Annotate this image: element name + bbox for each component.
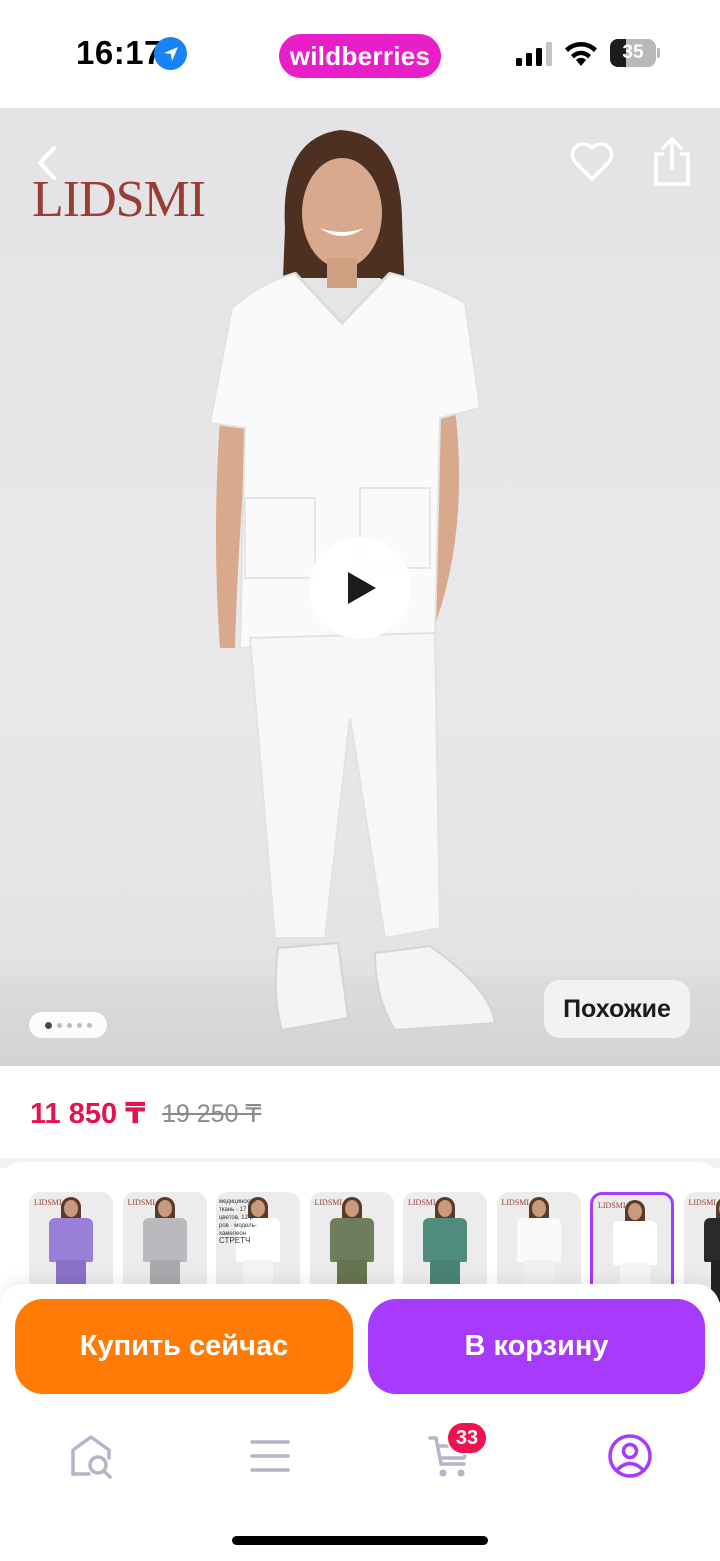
battery-percent: 35 [622, 42, 644, 63]
add-to-cart-button[interactable]: В корзину [368, 1299, 705, 1394]
variant-thumb-logo: LIDSMI [314, 1198, 343, 1207]
back-button[interactable] [26, 142, 68, 184]
battery-icon: 35 [610, 39, 660, 67]
home-search-icon [71, 1435, 112, 1479]
share-icon [654, 137, 690, 186]
gallery-pagination [29, 1012, 107, 1038]
heart-icon [570, 142, 614, 181]
location-arrow-icon [154, 37, 187, 70]
similar-button[interactable]: Похожие [544, 980, 690, 1038]
variant-thumb-stretch-label: СТРЕТЧ [219, 1236, 251, 1245]
status-time: 16:17 [76, 34, 163, 71]
cart-count-badge: 33 [446, 1421, 488, 1455]
wifi-icon [565, 42, 597, 66]
pagination-dot [66, 1022, 72, 1028]
status-bar: 16:17 wildberries 35 [0, 0, 720, 108]
variant-thumb-logo: LIDSMI [688, 1198, 717, 1207]
tab-home[interactable] [67, 1432, 115, 1480]
price-card: 11 850 ₸ 19 250 ₸ [0, 1066, 720, 1158]
pagination-dot [56, 1022, 62, 1028]
tab-profile[interactable] [606, 1432, 654, 1480]
variant-thumb-caption: медицинская ткань · 17 цветов, 12 р-ров … [219, 1199, 257, 1237]
play-video-button[interactable] [309, 537, 411, 639]
pagination-dot [76, 1022, 82, 1028]
buy-now-button[interactable]: Купить сейчас [15, 1299, 353, 1394]
color-variants-strip[interactable]: LIDSMI LIDSMI медицинская ткань · 17 цвето… [0, 1162, 720, 1302]
variant-thumb-logo: LIDSMI [34, 1198, 62, 1207]
tab-catalog[interactable] [246, 1432, 294, 1480]
bottom-panel: Купить сейчас В корзину 33 [0, 1284, 720, 1561]
play-icon [348, 572, 376, 604]
share-button[interactable] [650, 136, 694, 188]
variant-thumb-logo: LIDSMI [598, 1201, 626, 1210]
pagination-dot [44, 1021, 52, 1029]
chevron-left-icon [38, 146, 56, 180]
variant-thumb-logo: LIDSMI [408, 1198, 436, 1207]
app-name-pill: wildberries [279, 34, 441, 78]
product-photo[interactable]: LIDSMI Похожие [0, 108, 720, 1068]
price-current: 11 850 ₸ [30, 1098, 146, 1130]
pagination-dot [86, 1022, 92, 1028]
variant-thumb-logo: LIDSMI [127, 1198, 156, 1207]
variant-thumb-logo: LIDSMI [501, 1198, 530, 1207]
menu-icon [250, 1440, 290, 1472]
cellular-signal-icon [516, 42, 552, 66]
home-indicator [232, 1536, 488, 1545]
price-old: 19 250 ₸ [162, 1100, 262, 1128]
favorite-button[interactable] [568, 138, 616, 186]
profile-icon [608, 1434, 652, 1478]
